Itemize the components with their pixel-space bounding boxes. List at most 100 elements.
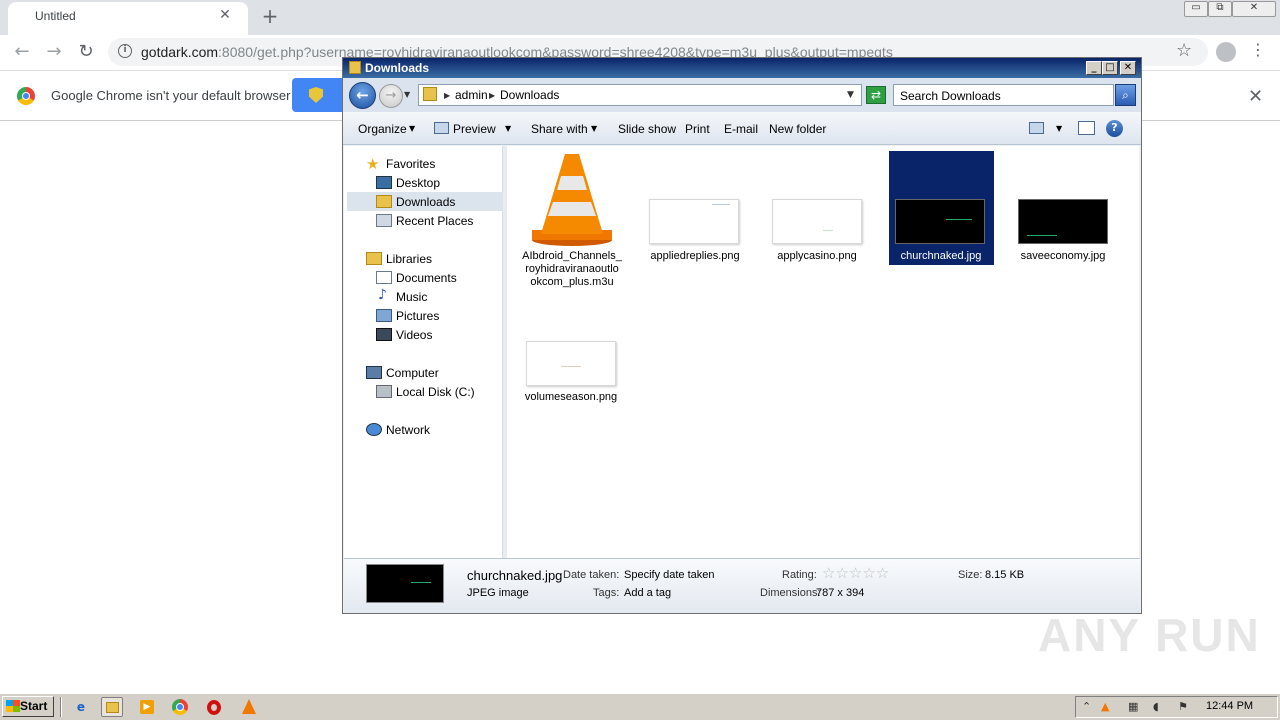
- infobar-message: Google Chrome isn't your default browser: [51, 88, 291, 103]
- menu-kebab-icon[interactable]: ⋮: [1250, 40, 1266, 59]
- nav-pictures[interactable]: Pictures: [396, 309, 439, 323]
- address-dropdown-icon[interactable]: ▼: [847, 90, 854, 100]
- file-thumbnail[interactable]: [526, 341, 616, 386]
- explorer-minimize-button[interactable]: _: [1086, 61, 1102, 75]
- profile-avatar-icon[interactable]: [1216, 42, 1236, 62]
- size-label: Size:: [958, 569, 983, 581]
- volume-icon[interactable]: ◖: [1153, 700, 1159, 713]
- nav-videos[interactable]: Videos: [396, 328, 432, 342]
- ie-icon[interactable]: e: [70, 697, 92, 717]
- window-close-button[interactable]: ✕: [1232, 1, 1276, 17]
- reload-icon[interactable]: ↻: [74, 40, 98, 64]
- nav-computer[interactable]: Computer: [386, 366, 439, 380]
- share-with-button[interactable]: Share with: [531, 122, 588, 136]
- forward-arrow-icon[interactable]: →: [42, 40, 66, 64]
- star-empty-icon[interactable]: ☆: [849, 564, 862, 582]
- dimensions-value: 787 x 394: [816, 587, 865, 599]
- music-icon: ♪: [378, 287, 387, 303]
- star-empty-icon[interactable]: ☆: [822, 564, 835, 582]
- breadcrumb-downloads[interactable]: Downloads: [500, 88, 559, 102]
- file-thumbnail[interactable]: [649, 199, 739, 244]
- action-center-flag-icon[interactable]: ⚑: [1178, 700, 1188, 713]
- file-thumbnail[interactable]: [895, 199, 985, 244]
- nav-libraries[interactable]: Libraries: [386, 252, 432, 266]
- explorer-title: Downloads: [365, 61, 430, 75]
- nav-favorites[interactable]: Favorites: [386, 157, 435, 171]
- anyrun-watermark: ANY RUN: [1038, 609, 1261, 661]
- file-name-line: royhidraviranaoutlo: [525, 263, 619, 275]
- size-value: 8.15 KB: [985, 569, 1025, 581]
- email-button[interactable]: E-mail: [724, 122, 758, 136]
- print-button[interactable]: Print: [685, 122, 710, 136]
- file-name-line: okcom_plus.m3u: [530, 276, 614, 288]
- explorer-forward-icon[interactable]: →: [379, 84, 403, 108]
- file-thumbnail[interactable]: [1018, 199, 1108, 244]
- vlc-taskbar-icon[interactable]: [238, 697, 260, 717]
- infobar-close-icon[interactable]: ✕: [1248, 86, 1263, 107]
- file-name[interactable]: churchnaked.jpg: [886, 250, 996, 263]
- file-name[interactable]: saveeconomy.jpg: [1008, 250, 1118, 263]
- network-tray-icon[interactable]: ▦: [1128, 700, 1138, 713]
- pictures-icon: [376, 309, 392, 322]
- star-empty-icon[interactable]: ☆: [835, 564, 848, 582]
- preview-dropdown-icon[interactable]: ▼: [505, 124, 511, 133]
- tray-expand-icon[interactable]: ⌃: [1082, 700, 1091, 713]
- star-empty-icon[interactable]: ☆: [876, 564, 889, 582]
- slide-show-button[interactable]: Slide show: [618, 122, 676, 136]
- explorer-titlebar[interactable]: [343, 58, 1141, 78]
- date-taken-value[interactable]: Specify date taken: [624, 569, 715, 581]
- file-name[interactable]: applycasino.png: [762, 250, 872, 263]
- documents-icon: [376, 271, 392, 284]
- rating-stars[interactable]: ☆☆☆☆☆: [822, 563, 889, 582]
- dimensions-label: Dimensions:: [760, 587, 821, 599]
- nav-documents[interactable]: Documents: [396, 271, 457, 285]
- preview-pane-icon[interactable]: [1078, 121, 1095, 135]
- tags-value[interactable]: Add a tag: [624, 587, 671, 599]
- breadcrumb-chevron-icon[interactable]: ▶: [444, 91, 450, 100]
- star-icon: ★: [366, 155, 380, 173]
- nav-music[interactable]: Music: [396, 290, 427, 304]
- preview-button[interactable]: Preview: [453, 122, 496, 136]
- taskbar-clock[interactable]: 12:44 PM: [1206, 700, 1253, 712]
- file-name[interactable]: volumeseason.png: [516, 391, 626, 404]
- explorer-taskbar-icon[interactable]: [101, 697, 123, 717]
- nav-local-disk[interactable]: Local Disk (C:): [396, 385, 475, 399]
- explorer-close-button[interactable]: ✕: [1120, 61, 1136, 75]
- breadcrumb-chevron-icon[interactable]: ▶: [489, 91, 495, 100]
- share-dropdown-icon[interactable]: ▼: [591, 124, 597, 133]
- vlc-cone-icon: [532, 154, 612, 246]
- bookmark-star-icon[interactable]: ☆: [1176, 40, 1192, 61]
- organize-button[interactable]: Organize: [358, 122, 407, 136]
- file-name[interactable]: appliedreplies.png: [640, 250, 750, 263]
- nav-recent-places[interactable]: Recent Places: [396, 214, 473, 228]
- star-empty-icon[interactable]: ☆: [862, 564, 875, 582]
- refresh-icon[interactable]: ⇄: [866, 86, 886, 104]
- preview-icon: [434, 122, 449, 134]
- tab-close-icon[interactable]: ✕: [216, 6, 234, 24]
- history-dropdown-icon[interactable]: ▼: [404, 90, 410, 99]
- search-icon[interactable]: ⌕: [1115, 84, 1136, 106]
- window-restore-button[interactable]: ⧉: [1208, 1, 1232, 17]
- network-icon: [366, 423, 382, 436]
- media-player-icon[interactable]: ▶: [136, 697, 158, 717]
- nav-network[interactable]: Network: [386, 423, 430, 437]
- breadcrumb-admin[interactable]: admin: [455, 88, 488, 102]
- organize-dropdown-icon[interactable]: ▼: [409, 124, 415, 133]
- nav-desktop[interactable]: Desktop: [396, 176, 440, 190]
- chrome-logo-center: [22, 92, 30, 100]
- nav-downloads[interactable]: Downloads: [396, 195, 455, 209]
- vlc-tray-icon[interactable]: ▲: [1101, 700, 1109, 713]
- change-view-icon[interactable]: [1029, 122, 1044, 134]
- file-thumbnail[interactable]: [772, 199, 862, 244]
- view-dropdown-icon[interactable]: ▼: [1056, 124, 1062, 133]
- back-arrow-icon[interactable]: ←: [10, 40, 34, 64]
- new-folder-button[interactable]: New folder: [769, 122, 826, 136]
- new-tab-button[interactable]: +: [258, 4, 282, 28]
- window-minimize-button[interactable]: ▭: [1184, 1, 1208, 17]
- help-icon[interactable]: ?: [1106, 120, 1123, 137]
- explorer-maximize-button[interactable]: □: [1102, 61, 1118, 75]
- info-icon[interactable]: i: [118, 44, 132, 58]
- explorer-back-icon[interactable]: ←: [349, 82, 376, 109]
- opera-icon[interactable]: [203, 697, 225, 717]
- chrome-taskbar-icon[interactable]: [169, 697, 191, 717]
